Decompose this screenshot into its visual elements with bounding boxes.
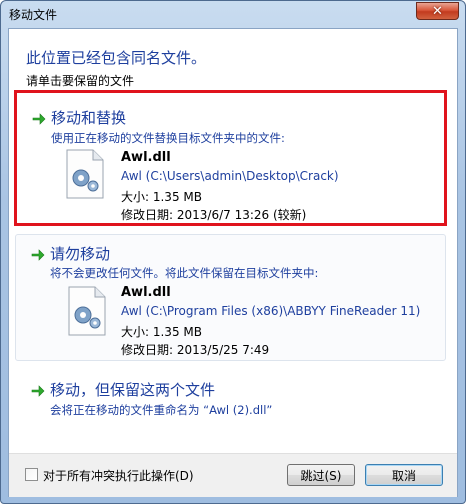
file-size: 大小: 1.35 MB [121,325,202,339]
window-title: 移动文件 [9,8,58,22]
dialog-footer: 对于所有冲突执行此操作(D) 跳过(S) 取消 [9,453,457,497]
title-bar[interactable]: 移动文件 ✕ [1,1,465,27]
dialog-window: 移动文件 ✕ 此位置已经包含同名文件。 请单击要保留的文件 移动和替换 使用正在… [0,0,466,504]
file-path: Awl (C:\Program Files (x86)\ABBYY FineRe… [121,304,421,318]
close-icon: ✕ [432,3,443,19]
dll-file-icon [68,286,106,336]
file-name: Awl.dll [121,150,171,165]
skip-button[interactable]: 跳过(S) [287,464,355,486]
option-title: 请勿移动 [50,245,111,263]
dialog-subheading: 请单击要保留的文件 [26,74,135,88]
option-move-and-replace[interactable]: 移动和替换 使用正在移动的文件替换目标文件夹中的文件: Awl.dll Awl … [14,90,447,226]
option-do-not-move[interactable]: 请勿移动 将不会更改任何文件。将此文件保留在目标文件夹中: Awl.dll Aw… [15,234,446,361]
option-description: 会将正在移动的文件重命名为 “Awl (2).dll” [50,403,273,417]
apply-to-all-checkbox[interactable] [25,468,38,481]
green-arrow-icon [31,249,45,261]
green-arrow-icon [31,385,45,397]
file-name: Awl.dll [121,285,171,300]
apply-to-all-label[interactable]: 对于所有冲突执行此操作(D) [43,467,194,484]
option-title: 移动和替换 [51,109,127,127]
cancel-button[interactable]: 取消 [365,464,443,486]
close-button[interactable]: ✕ [416,2,459,20]
option-title: 移动，但保留这两个文件 [50,381,216,399]
green-arrow-icon [32,113,46,125]
dialog-content: 此位置已经包含同名文件。 请单击要保留的文件 移动和替换 使用正在移动的文件替换… [8,28,458,497]
option-description: 使用正在移动的文件替换目标文件夹中的文件: [51,131,285,145]
option-keep-both[interactable]: 移动，但保留这两个文件 会将正在移动的文件重命名为 “Awl (2).dll” [15,370,446,420]
dialog-heading: 此位置已经包含同名文件。 [26,49,207,67]
dll-file-icon [66,149,104,199]
file-modified: 修改日期: 2013/5/25 7:49 [121,343,270,357]
option-description: 将不会更改任何文件。将此文件保留在目标文件夹中: [50,266,319,280]
file-size: 大小: 1.35 MB [121,190,202,204]
file-modified: 修改日期: 2013/6/7 13:26 (较新) [121,208,307,222]
file-path: Awl (C:\Users\admin\Desktop\Crack) [121,169,339,183]
